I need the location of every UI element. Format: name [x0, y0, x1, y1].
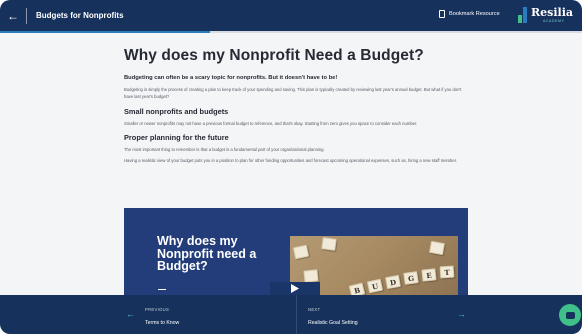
- previous-kicker: PREVIOUS: [145, 307, 170, 312]
- arrow-left-icon: ←: [126, 309, 135, 319]
- top-bar: ← Budgets for Nonprofits Bookmark Resour…: [0, 0, 582, 31]
- paragraph-budgeting: Budgeting is simply the process of creat…: [124, 87, 462, 99]
- letter-tile: [321, 237, 337, 251]
- budget-tile: E: [421, 268, 437, 282]
- paragraph-small-nonprofits: Smaller or newer nonprofits may not have…: [124, 120, 418, 126]
- next-kicker: NEXT: [308, 307, 321, 312]
- course-title: Budgets for Nonprofits: [36, 11, 124, 20]
- video-title: Why does my Nonprofit need a Budget?: [157, 234, 257, 274]
- back-button[interactable]: ←: [0, 0, 26, 31]
- divider: [26, 7, 27, 24]
- paragraph-realistic-view: Having a realistic view of your budget p…: [124, 158, 458, 164]
- play-icon: [291, 284, 299, 293]
- logo-mark: [518, 7, 527, 23]
- budget-tile: B: [348, 282, 366, 295]
- app-window: ← Budgets for Nonprofits Bookmark Resour…: [0, 0, 582, 334]
- heading-proper-planning: Proper planning for the future: [124, 133, 229, 143]
- play-button[interactable]: [270, 282, 320, 295]
- lesson-navigation: ← PREVIOUS Terms to Know NEXT Realistic …: [0, 295, 582, 334]
- page-title: Why does my Nonprofit Need a Budget?: [124, 47, 424, 64]
- budget-tile: T: [439, 265, 455, 279]
- intro-text: Budgeting can often be a scary topic for…: [124, 75, 338, 81]
- lesson-content[interactable]: Why does my Nonprofit Need a Budget? Bud…: [0, 33, 582, 295]
- budget-tile: G: [403, 271, 419, 285]
- article: Why does my Nonprofit Need a Budget? Bud…: [124, 33, 470, 165]
- bookmark-icon: [439, 10, 445, 18]
- heading-small-nonprofits: Small nonprofits and budgets: [124, 106, 229, 116]
- video-title-underline: [158, 289, 166, 290]
- next-title: Realistic Goal Setting: [308, 320, 358, 326]
- letter-tile: [292, 244, 310, 260]
- chat-button[interactable]: [559, 304, 581, 326]
- bookmark-resource-button[interactable]: Bookmark Resource: [439, 10, 500, 18]
- budget-tile: D: [385, 274, 401, 290]
- bookmark-label: Bookmark Resource: [449, 11, 500, 17]
- resilia-logo: Resilia ACADEMY: [518, 7, 573, 23]
- divider: [296, 295, 297, 334]
- arrow-right-icon: →: [457, 309, 466, 319]
- logo-name: Resilia: [531, 6, 573, 19]
- paragraph-planning: The most important thing to remember is …: [124, 147, 325, 153]
- budget-tile: U: [366, 278, 384, 294]
- logo-subtitle: ACADEMY: [543, 19, 565, 23]
- arrow-left-icon: ←: [7, 8, 19, 23]
- previous-title: Terms to Know: [145, 320, 180, 326]
- letter-tile: [303, 269, 319, 283]
- chat-icon: [565, 311, 575, 319]
- letter-tile: [429, 240, 445, 256]
